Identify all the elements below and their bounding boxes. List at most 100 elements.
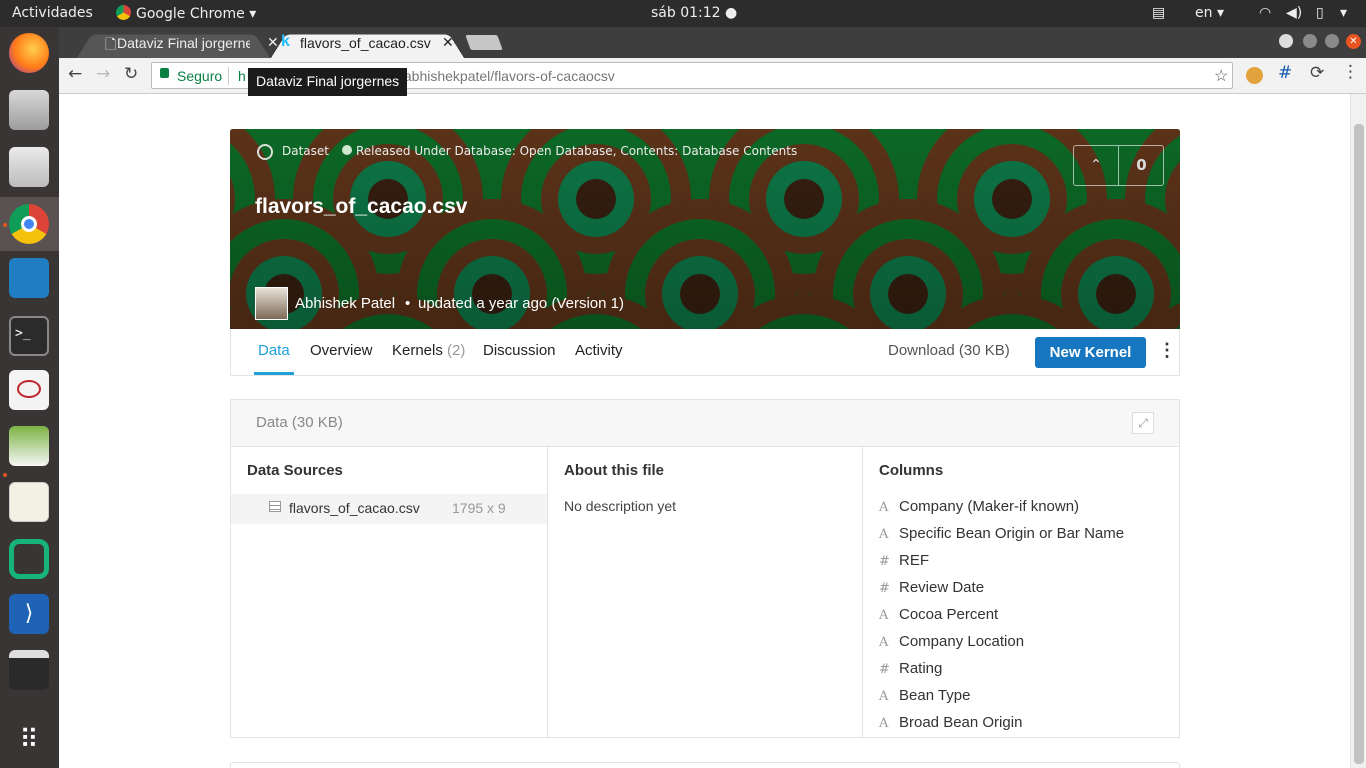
column-item[interactable]: # Rating [879, 660, 942, 677]
column-item[interactable]: A Broad Bean Origin [879, 714, 1022, 731]
new-kernel-button[interactable]: New Kernel [1035, 337, 1146, 368]
profile-icon[interactable] [1279, 34, 1293, 48]
file-name: flavors_of_cacao.csv [289, 500, 420, 516]
column-name: Specific Bean Origin or Bar Name [899, 525, 1125, 542]
maximize-icon[interactable] [1325, 34, 1339, 48]
chevron-down-icon: ▾ [249, 6, 257, 22]
column-item[interactable]: # Review Date [879, 579, 984, 596]
column-item[interactable]: A Specific Bean Origin or Bar Name [879, 525, 1124, 542]
tab-label: Dataviz Final jorgernes [117, 35, 250, 51]
system-menu-icon[interactable]: ▾ [1340, 5, 1347, 21]
page-icon: 🗋 [105, 36, 117, 52]
hexagon-app-icon[interactable] [9, 539, 49, 579]
string-type-icon: A [879, 608, 889, 623]
file-row[interactable]: flavors_of_cacao.csv 1795 x 9 [231, 494, 547, 524]
author-name[interactable]: Abhishek Patel [295, 295, 395, 312]
secure-label: Seguro [177, 68, 223, 84]
column-name: Broad Bean Origin [899, 714, 1023, 731]
kaggle-favicon-icon: k [281, 33, 290, 50]
license-badge-icon [342, 145, 352, 155]
tab-kernels[interactable]: Kernels (2) [392, 342, 465, 359]
clock[interactable]: sáb 01:12 ● [651, 5, 737, 21]
close-tab-icon[interactable]: ✕ [442, 34, 454, 51]
language-indicator[interactable]: en ▾ [1195, 5, 1224, 21]
reload-icon[interactable]: ↻ [124, 64, 138, 84]
numeric-type-icon: # [879, 662, 890, 677]
software-store-icon[interactable] [9, 147, 49, 187]
string-type-icon: A [879, 689, 889, 704]
tab-discussion[interactable]: Discussion [483, 342, 556, 359]
divider [228, 67, 229, 85]
columns-column: Columns A Company (Maker-if known) A Speci… [863, 447, 1179, 738]
updated-text: updated a year ago (Version 1) [418, 295, 624, 312]
column-item[interactable]: # REF [879, 552, 929, 569]
app-icon[interactable] [9, 258, 49, 298]
sync-extension-icon[interactable]: ⟳ [1310, 63, 1324, 83]
app-name: Google Chrome [136, 6, 245, 22]
close-window-icon[interactable]: ✕ [1346, 34, 1361, 49]
show-apps-icon[interactable]: ⠿ [9, 720, 49, 760]
tab-flavors-of-cacao[interactable]: k flavors_of_cacao.csv ✕ [271, 29, 464, 58]
chrome-dock-icon[interactable] [9, 204, 49, 244]
data-panel: Data (30 KB) ⤢ Data Sources flavors_of_c… [230, 399, 1180, 738]
video-editor-icon[interactable] [9, 650, 49, 690]
minimize-icon[interactable] [1303, 34, 1317, 48]
author-avatar[interactable] [255, 287, 288, 320]
battery-icon[interactable]: ▯ [1316, 5, 1324, 21]
data-panel-header: Data (30 KB) ⤢ [231, 400, 1179, 447]
column-name: REF [899, 552, 929, 569]
tab-activity[interactable]: Activity [575, 342, 623, 359]
new-tab-button[interactable] [465, 35, 503, 50]
back-arrow-icon[interactable]: ← [68, 64, 82, 84]
forward-arrow-icon[interactable]: → [96, 64, 110, 84]
dataset-title: flavors_of_cacao.csv [255, 195, 468, 218]
column-item[interactable]: A Company (Maker-if known) [879, 498, 1079, 515]
document-viewer-icon[interactable] [9, 370, 49, 410]
more-options-icon[interactable]: ⋮ [1158, 340, 1176, 361]
bookmark-star-icon[interactable]: ☆ [1214, 66, 1228, 86]
column-item[interactable]: A Company Location [879, 633, 1024, 650]
vscode-icon[interactable]: ⟩ [9, 594, 49, 634]
grid-extension-icon[interactable]: # [1278, 63, 1292, 83]
firefox-icon[interactable] [9, 33, 49, 73]
next-panel-edge [230, 762, 1180, 768]
table-icon [269, 501, 281, 512]
app-menu[interactable]: Google Chrome ▾ [116, 5, 256, 22]
kernels-count: (2) [447, 342, 466, 359]
column-item[interactable]: A Cocoa Percent [879, 606, 998, 623]
column-name: Cocoa Percent [899, 606, 999, 623]
volume-icon[interactable]: ◀) [1286, 5, 1302, 21]
string-type-icon: A [879, 500, 889, 515]
page-scrollbar[interactable] [1350, 94, 1366, 768]
data-size-label: Data (30 KB) [256, 414, 343, 431]
tab-overview[interactable]: Overview [310, 342, 373, 359]
upvote-chevron-icon[interactable]: ⌃ [1074, 146, 1119, 185]
file-dimensions: 1795 x 9 [452, 500, 506, 516]
keyboard-icon[interactable]: ▤ [1152, 5, 1165, 21]
wifi-icon[interactable]: ◠ [1259, 5, 1271, 21]
dataset-type-label: Dataset [282, 144, 329, 158]
column-name: Review Date [899, 579, 985, 596]
string-type-icon: A [879, 716, 889, 731]
chrome-menu-icon[interactable]: ⋮ [1342, 62, 1359, 82]
text-editor-icon[interactable] [9, 482, 49, 522]
column-item[interactable]: A Bean Type [879, 687, 970, 704]
expand-icon[interactable]: ⤢ [1132, 412, 1154, 434]
system-top-bar: Actividades Google Chrome ▾ sáb 01:12 ● … [0, 0, 1366, 27]
active-tab-indicator [254, 372, 294, 375]
scrollbar-thumb[interactable] [1354, 124, 1364, 764]
running-indicator [3, 473, 7, 477]
terminal-icon[interactable]: >_ [9, 316, 49, 356]
download-link[interactable]: Download (30 KB) [888, 342, 1010, 359]
tab-dataviz[interactable]: 🗋 Dataviz Final jorgernes ✕ [77, 29, 279, 58]
tab-data[interactable]: Data [258, 342, 290, 359]
image-viewer-icon[interactable] [9, 426, 49, 466]
tab-kernels-label: Kernels [392, 342, 443, 359]
numeric-type-icon: # [879, 581, 890, 596]
files-icon[interactable] [9, 90, 49, 130]
data-sources-column: Data Sources flavors_of_cacao.csv 1795 x… [231, 447, 548, 738]
extension-icon[interactable] [1246, 67, 1263, 84]
license-text[interactable]: Released Under Database: Open Database, … [356, 144, 797, 158]
activities-button[interactable]: Actividades [12, 5, 93, 21]
chrome-icon [116, 5, 131, 20]
